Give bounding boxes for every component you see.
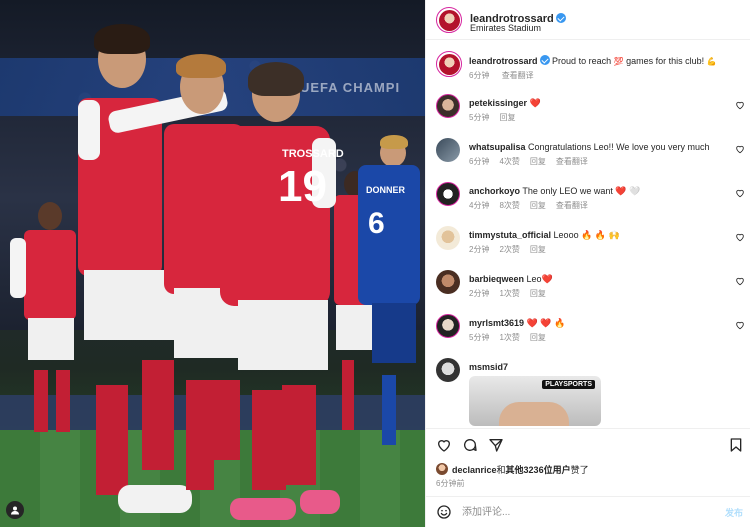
- reply-link[interactable]: 回复: [530, 157, 546, 166]
- likes-summary[interactable]: declanrice和其他3236位用户赞了: [452, 463, 589, 476]
- comment-text: The only LEO we want ❤️ 🤍: [522, 186, 641, 196]
- commenter-avatar[interactable]: [436, 226, 460, 250]
- comment-input[interactable]: [462, 505, 702, 520]
- reply-link[interactable]: 回复: [530, 289, 546, 298]
- post-timestamp: 6分钟前: [436, 479, 465, 488]
- comment-composer: 发布: [426, 496, 750, 527]
- commenter-avatar[interactable]: [436, 94, 460, 118]
- like-comment-icon[interactable]: [735, 232, 745, 242]
- commenter-avatar[interactable]: [436, 182, 460, 206]
- like-comment-icon[interactable]: [735, 320, 745, 330]
- playsports-logo: PLAYSPORTS: [542, 380, 595, 389]
- comment-username[interactable]: msmsid7: [469, 362, 508, 372]
- post-side-panel: leandrotrossard Emirates Stadium leandro…: [425, 0, 750, 527]
- post-location[interactable]: Emirates Stadium: [470, 23, 541, 33]
- likes-others[interactable]: 其他3236位用户: [506, 465, 571, 475]
- comment-username[interactable]: whatsupalisa: [469, 142, 526, 152]
- caption-text: Proud to reach: [552, 56, 612, 66]
- caption-text-2: games for this club!: [626, 56, 705, 66]
- bookmark-icon[interactable]: [728, 437, 744, 453]
- like-comment-icon[interactable]: [735, 100, 745, 110]
- post-photo[interactable]: UEFA CHAMPI 6 DONNER TROSSARD 19: [0, 0, 425, 527]
- comment-username[interactable]: myrlsmt3619: [469, 318, 524, 328]
- share-icon[interactable]: [488, 437, 504, 453]
- translate-link[interactable]: 查看翻译: [556, 157, 588, 166]
- comment-username[interactable]: anchorkoyo: [469, 186, 520, 196]
- translate-link[interactable]: 查看翻译: [556, 201, 588, 210]
- like-comment-icon[interactable]: [735, 276, 745, 286]
- emoji-icon[interactable]: [436, 504, 452, 520]
- reply-link[interactable]: 回复: [530, 333, 546, 342]
- comment-username[interactable]: timmystuta_official: [469, 230, 551, 240]
- comment-likes[interactable]: 8次赞: [499, 201, 519, 210]
- reply-link[interactable]: 回复: [530, 245, 546, 254]
- comment-media-thumbnail[interactable]: PLAYSPORTS: [469, 376, 601, 426]
- comment-likes[interactable]: 4次赞: [499, 157, 519, 166]
- caption-time: 6分钟: [469, 71, 490, 80]
- likes-connector: 和: [496, 465, 506, 475]
- comment-likes[interactable]: 1次赞: [499, 289, 519, 298]
- comment-time: 4分钟: [469, 201, 490, 210]
- author-avatar[interactable]: [436, 7, 462, 33]
- likes-suffix: 赞了: [570, 465, 589, 475]
- comment-text: Congratulations Leo!! We love you very m…: [528, 142, 710, 152]
- hundred-emoji: 💯: [613, 57, 624, 66]
- verified-icon: [555, 13, 566, 23]
- player-trossard: TROSSARD 19: [220, 60, 350, 520]
- comment-text: ❤️: [529, 98, 541, 108]
- post-comment-button[interactable]: 发布: [725, 506, 743, 519]
- commenter-avatar[interactable]: [436, 270, 460, 294]
- liker-username[interactable]: declanrice: [452, 465, 497, 475]
- verified-icon: [539, 55, 550, 65]
- liker-avatar[interactable]: [436, 463, 448, 475]
- reply-link[interactable]: 回复: [499, 113, 515, 122]
- comment-time: 6分钟: [469, 157, 490, 166]
- comment-likes[interactable]: 2次赞: [499, 245, 519, 254]
- comment-time: 2分钟: [469, 245, 490, 254]
- comment-time: 5分钟: [469, 333, 490, 342]
- commenter-avatar[interactable]: [436, 138, 460, 162]
- caption-translate-link[interactable]: 查看翻译: [502, 71, 534, 80]
- comment-icon[interactable]: [462, 437, 478, 453]
- commenter-avatar[interactable]: [436, 314, 460, 338]
- post-actions-bar: [426, 428, 750, 460]
- like-comment-icon[interactable]: [735, 144, 745, 154]
- comment-text: Leooo 🔥 🔥 🙌: [553, 230, 620, 240]
- comment-username[interactable]: barbieqween: [469, 274, 524, 284]
- commenter-avatar[interactable]: [436, 358, 460, 382]
- reply-link[interactable]: 回复: [530, 201, 546, 210]
- opponent-number: 6: [368, 207, 385, 240]
- post-header: leandrotrossard Emirates Stadium: [426, 0, 750, 40]
- comment-username[interactable]: petekissinger: [469, 98, 527, 108]
- trossard-name: TROSSARD: [282, 148, 344, 160]
- like-icon[interactable]: [436, 437, 452, 453]
- comments-list[interactable]: leandrotrossard Proud to reach 💯 games f…: [426, 41, 750, 427]
- tagged-users-icon[interactable]: [6, 501, 24, 519]
- like-comment-icon[interactable]: [735, 188, 745, 198]
- comment-time: 5分钟: [469, 113, 490, 122]
- comment-text: Leo❤️: [526, 274, 553, 284]
- trossard-number: 19: [278, 162, 327, 211]
- comment-likes[interactable]: 1次赞: [499, 333, 519, 342]
- flexed-biceps-emoji: 💪: [706, 57, 717, 66]
- comment-time: 2分钟: [469, 289, 490, 298]
- opponent-name: DONNER: [366, 185, 406, 195]
- comment-text: ❤️ ❤️ 🔥: [526, 318, 566, 328]
- player-opponent: 6 DONNER: [358, 135, 420, 465]
- caption-author-avatar[interactable]: [436, 51, 462, 77]
- caption-username[interactable]: leandrotrossard: [469, 56, 538, 66]
